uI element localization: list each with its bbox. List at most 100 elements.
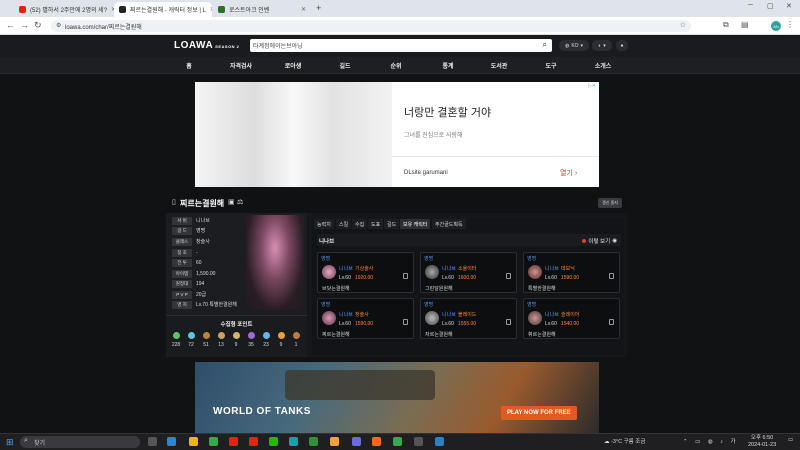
- app-icon[interactable]: [414, 437, 423, 446]
- nav-about[interactable]: 소개스: [595, 61, 612, 70]
- clock[interactable]: 오후 6:50 2024-01-23: [748, 435, 776, 449]
- tab-weekly-gold[interactable]: 주간골드획득: [432, 219, 466, 229]
- bookmark-star-icon[interactable]: ☆: [680, 21, 686, 29]
- id-card-icon[interactable]: ▣: [228, 198, 235, 206]
- card-level: Lv.60: [442, 275, 454, 281]
- nav-loasaeng[interactable]: 로아생: [285, 61, 302, 70]
- character-card[interactable]: 영명 니나브 기상술사 Lv.60 1920.00 브닷는결원해: [317, 252, 414, 293]
- record-dot-icon: [582, 239, 587, 243]
- character-card[interactable]: 영명 니나브 데모닉 Lv.60 1590.00 특별한결원해: [523, 252, 620, 293]
- nav-tools[interactable]: 도구: [545, 61, 556, 70]
- nav-stats[interactable]: 통계: [442, 61, 453, 70]
- nav-home[interactable]: 홈: [186, 61, 192, 70]
- eye-icon: ◉: [612, 238, 617, 244]
- excel-icon[interactable]: [309, 437, 318, 446]
- ad-choices-icon[interactable]: ▷✕: [588, 83, 596, 89]
- window-close-icon[interactable]: ✕: [786, 2, 792, 10]
- roster-view-toggle[interactable]: 이렇 보기 ◉: [582, 237, 617, 245]
- close-icon[interactable]: ✕: [210, 6, 212, 13]
- copy-icon[interactable]: [403, 273, 408, 279]
- nav-library[interactable]: 도서관: [491, 61, 508, 70]
- youtube-app-icon[interactable]: [229, 437, 238, 446]
- bookmark-icon[interactable]: ▯: [172, 198, 176, 206]
- nav-qualification[interactable]: 자격검사: [230, 61, 252, 70]
- orpheus-star-icon: [187, 332, 195, 339]
- scale-icon[interactable]: ⚖: [237, 198, 243, 206]
- close-icon[interactable]: ✕: [301, 6, 306, 13]
- character-card[interactable]: 영명 니나브 창술사 Lv.60 1590.00 찌르는결원해: [317, 298, 414, 339]
- back-icon[interactable]: ←: [6, 20, 15, 30]
- ad-open-button[interactable]: 열기 ›: [560, 168, 577, 178]
- character-search-input[interactable]: 타계정에이는브아닝 ⌕: [250, 39, 552, 52]
- maximize-icon[interactable]: ▢: [767, 2, 774, 10]
- nav-ranking[interactable]: 순위: [390, 61, 401, 70]
- character-card[interactable]: 영명 니나브 슬레이어 Lv.60 1540.00 휘르는결원해: [523, 298, 620, 339]
- user-button[interactable]: ●: [616, 40, 628, 51]
- tray-icons[interactable]: ⌃ ▭ ◍ ♪ 가: [683, 437, 739, 445]
- collection-title: 수집형 포인트: [220, 322, 253, 328]
- minimize-icon[interactable]: ─: [748, 2, 753, 9]
- ad-headline: 너랑만 결혼할 거야: [404, 107, 492, 119]
- tab-stats[interactable]: 능력치: [314, 219, 334, 229]
- windows-start-icon[interactable]: ⊞: [6, 437, 14, 448]
- naver-icon[interactable]: [269, 437, 278, 446]
- edge-icon[interactable]: [167, 437, 176, 446]
- copy-icon[interactable]: [403, 319, 408, 325]
- nav-guild[interactable]: 길드: [339, 61, 350, 70]
- tab-collection[interactable]: 수집: [352, 219, 368, 229]
- copy-icon[interactable]: [609, 273, 614, 279]
- copy-icon[interactable]: [609, 319, 614, 325]
- card-item-level: 1540.00: [561, 321, 580, 327]
- tab-loawa[interactable]: 찌르는결원해 - 캐릭터 정보 | L ✕: [114, 2, 212, 17]
- tab-roster[interactable]: 보유 캐릭터: [400, 219, 431, 229]
- character-card[interactable]: 영명 니나브 블레이드 Lv.60 1555.00 자르는결원해: [420, 298, 517, 339]
- side-panel-icon[interactable]: ▤: [741, 20, 749, 29]
- collection-count: 35: [248, 342, 254, 348]
- bottom-ad-banner[interactable]: WORLD OF TANKS PLAY NOW FOR FREE: [195, 362, 599, 433]
- tab-inven[interactable]: 로스트아크 인벤 ✕: [213, 2, 311, 17]
- site-logo[interactable]: LOAWA SEASON 2: [174, 40, 239, 51]
- app-icon[interactable]: [289, 437, 298, 446]
- server-select[interactable]: ◍ KO ▾: [559, 40, 589, 51]
- app-icon[interactable]: [330, 437, 339, 446]
- card-server: 영명: [424, 256, 434, 262]
- file-explorer-icon[interactable]: [189, 437, 198, 446]
- url-input[interactable]: ⚙ loawa.com/char/찌르는결원해 ☆: [51, 20, 691, 32]
- chrome-icon[interactable]: [209, 437, 218, 446]
- copy-icon[interactable]: [506, 319, 511, 325]
- stat-value: -: [196, 249, 198, 256]
- task-view-icon[interactable]: [148, 437, 157, 446]
- palette-icon: ◐: [598, 42, 602, 49]
- app-icon[interactable]: [372, 437, 381, 446]
- extensions-icon[interactable]: ⧉: [723, 20, 729, 30]
- copy-icon[interactable]: [506, 273, 511, 279]
- chrome-active-icon[interactable]: [393, 437, 402, 446]
- discord-icon[interactable]: [352, 437, 361, 446]
- site-info-icon[interactable]: ⚙: [56, 22, 61, 29]
- card-nickname: 브닷는결원해: [322, 286, 350, 292]
- character-card[interactable]: 영명 니나브 소울이터 Lv.60 1600.00 그린달원원해: [420, 252, 517, 293]
- refresh-button[interactable]: 갱신 중지: [598, 198, 622, 208]
- taskbar-search[interactable]: ⌕ 찾기: [20, 436, 140, 448]
- card-class-name: 소울이터: [458, 266, 477, 272]
- menu-kebab-icon[interactable]: ⋮: [786, 20, 794, 29]
- app-icon[interactable]: [435, 437, 444, 446]
- tab-skills[interactable]: 스킬: [336, 219, 352, 229]
- play-now-button[interactable]: PLAY NOW FOR FREE: [501, 406, 577, 420]
- youtube-music-icon[interactable]: [249, 437, 258, 446]
- card-class-server: 니나브: [442, 312, 456, 318]
- notification-icon[interactable]: ▭: [788, 437, 793, 443]
- theme-button[interactable]: ◐ ▾: [592, 40, 612, 51]
- new-tab-button[interactable]: +: [316, 3, 321, 13]
- top-ad-banner[interactable]: ▷✕ 너랑만 결혼할 거야 그녀를 진심으로 사랑해 DLsite garuma…: [195, 82, 599, 187]
- forward-icon[interactable]: →: [20, 20, 29, 30]
- tab-youtube[interactable]: (52) 별하서 2주만에 2명의 세? ✕: [14, 2, 114, 17]
- tab-guild[interactable]: 길드: [384, 219, 400, 229]
- tab-chart[interactable]: 도표: [368, 219, 384, 229]
- collection-item: 1: [289, 332, 303, 348]
- reload-icon[interactable]: ↻: [34, 20, 42, 31]
- search-icon[interactable]: ⌕: [543, 40, 547, 50]
- collection-count: 9: [279, 342, 283, 348]
- profile-avatar[interactable]: AN: [771, 21, 781, 31]
- weather-widget[interactable]: ☁ -3°C 구름 조금: [604, 437, 645, 445]
